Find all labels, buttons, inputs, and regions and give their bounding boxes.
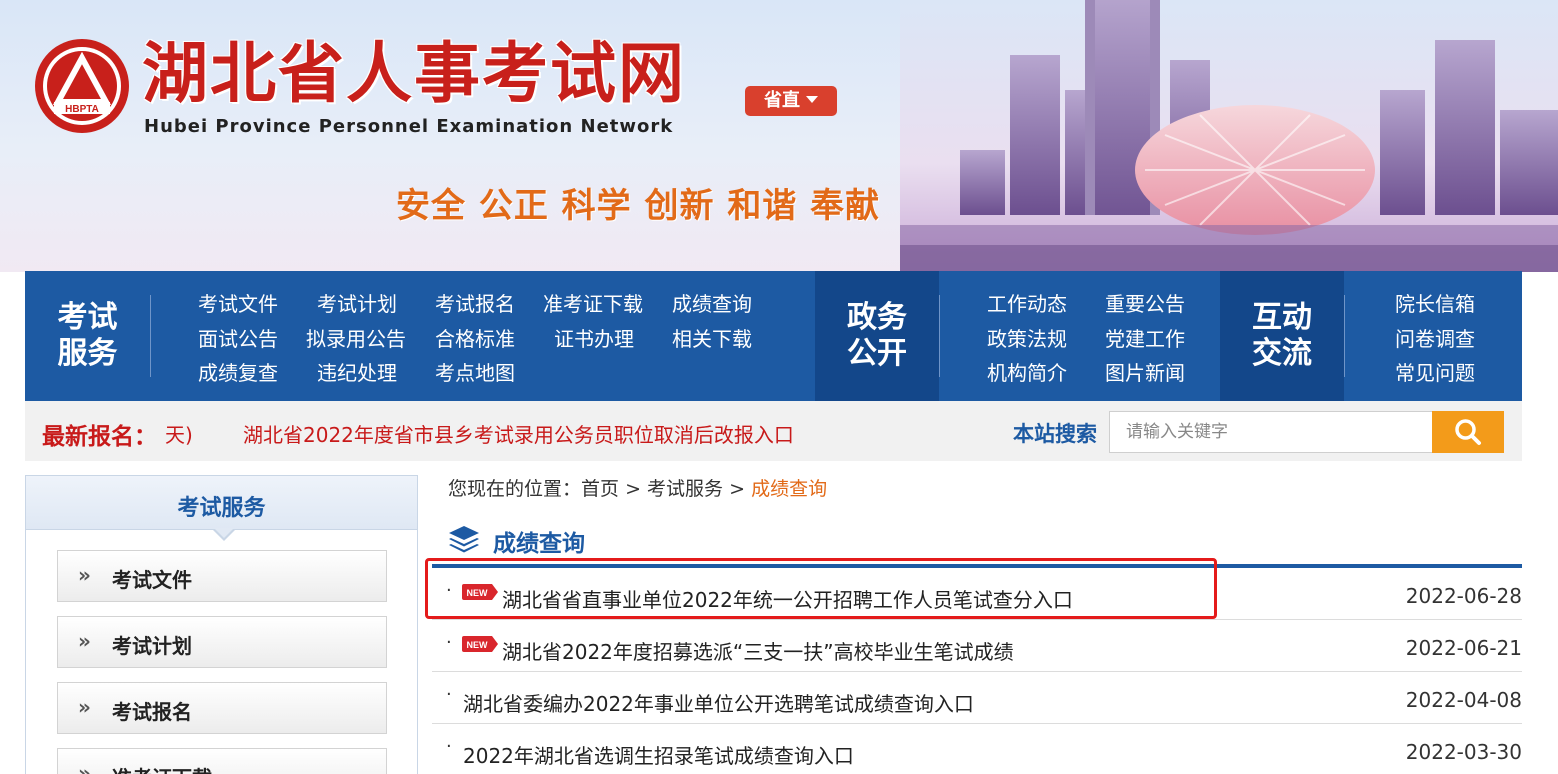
bullet-dot: ·: [446, 684, 452, 705]
sidebar-header-pointer-inner: [214, 528, 234, 538]
nav-link-certificate[interactable]: 证书办理: [554, 327, 634, 351]
sidebar-item-admit-card[interactable]: » 准考证下载: [57, 748, 387, 774]
breadcrumb-separator: >: [729, 478, 746, 500]
sidebar-item-label: 考试报名: [112, 700, 192, 724]
nav-link-key-notices[interactable]: 重要公告: [1105, 292, 1185, 316]
breadcrumb-home[interactable]: 首页: [581, 478, 619, 500]
nav-link-org-intro[interactable]: 机构简介: [987, 361, 1067, 385]
nav-link-venue-map[interactable]: 考点地图: [435, 361, 515, 385]
list-item-title: 湖北省2022年度招募选派“三支一扶”高校毕业生笔试成绩: [502, 640, 1014, 664]
ticker-fragment[interactable]: 天): [165, 419, 193, 448]
nav-link-admit-card[interactable]: 准考证下载: [543, 292, 643, 316]
new-badge-icon: NEW: [462, 584, 498, 600]
breadcrumb-separator: >: [625, 478, 641, 500]
nav-link-violations[interactable]: 违纪处理: [317, 361, 397, 385]
bullet-dot: ·: [446, 736, 452, 757]
hbpta-logo-icon: HBPTA: [35, 39, 129, 133]
nav-link-pass-standard[interactable]: 合格标准: [435, 327, 515, 351]
list-item[interactable]: · 湖北省委编办2022年事业单位公开选聘笔试成绩查询入口 2022-04-08: [432, 672, 1522, 724]
nav-divider: [939, 295, 940, 377]
slogan: 安全 公正 科学 创新 和谐 奉献: [396, 186, 881, 226]
list-item[interactable]: · 2022年湖北省选调生招录笔试成绩查询入口 2022-03-30: [432, 724, 1522, 774]
sidebar-item-exam-docs[interactable]: » 考试文件: [57, 550, 387, 602]
header-banner: HBPTA 湖北省人事考试网 Hubei Province Personnel …: [0, 0, 1558, 272]
nav-link-faq[interactable]: 常见问题: [1395, 361, 1475, 385]
list-item-title: 2022年湖北省选调生招录笔试成绩查询入口: [463, 744, 854, 768]
nav-link-party-work[interactable]: 党建工作: [1105, 327, 1185, 351]
double-chevron-right-icon: »: [78, 695, 91, 719]
nav-link-exam-signup[interactable]: 考试报名: [435, 292, 515, 316]
sidebar-item-exam-signup[interactable]: » 考试报名: [57, 682, 387, 734]
list-item-date: 2022-06-28: [1405, 584, 1522, 608]
svg-text:HBPTA: HBPTA: [65, 104, 99, 115]
nav-divider: [1344, 295, 1345, 377]
site-subtitle: Hubei Province Personnel Examination Net…: [144, 116, 674, 137]
list-item-title: 湖北省委编办2022年事业单位公开选聘笔试成绩查询入口: [463, 692, 974, 716]
region-selector[interactable]: 省直: [745, 86, 837, 116]
layers-icon: [449, 526, 479, 553]
nav-link-survey[interactable]: 问卷调查: [1395, 327, 1475, 351]
nav-link-exam-plan[interactable]: 考试计划: [317, 292, 397, 316]
breadcrumb-exam-service[interactable]: 考试服务: [647, 478, 723, 500]
list-item-title: 湖北省省直事业单位2022年统一公开招聘工作人员笔试查分入口: [502, 588, 1073, 612]
sidebar-item-exam-plan[interactable]: » 考试计划: [57, 616, 387, 668]
nav-link-director-mailbox[interactable]: 院长信箱: [1395, 292, 1475, 316]
breadcrumb-prefix: 您现在的位置：: [448, 478, 582, 500]
list-item[interactable]: · NEW 湖北省省直事业单位2022年统一公开招聘工作人员笔试查分入口 202…: [432, 568, 1522, 620]
nav-category-exam-service[interactable]: 考试 服务: [25, 271, 150, 401]
ticker-link[interactable]: 湖北省2022年度省市县乡考试录用公务员职位取消后改报入口: [243, 419, 794, 448]
sidebar-item-label: 准考证下载: [112, 762, 212, 774]
nav-link-hiring-notice[interactable]: 拟录用公告: [306, 327, 406, 351]
nav-divider: [150, 295, 151, 377]
breadcrumb-current: 成绩查询: [751, 478, 828, 500]
sidebar-item-label: 考试文件: [112, 568, 192, 592]
main-nav: 考试 服务 考试文件 考试计划 考试报名 准考证下载 成绩查询 面试公告 拟录用公…: [25, 271, 1522, 401]
nav-link-score-review[interactable]: 成绩复查: [198, 361, 278, 385]
svg-text:NEW: NEW: [467, 640, 489, 650]
nav-link-score-query[interactable]: 成绩查询: [672, 292, 752, 316]
list-item-date: 2022-06-21: [1405, 636, 1522, 660]
region-selector-label: 省直: [764, 90, 800, 111]
nav-link-work-news[interactable]: 工作动态: [987, 292, 1067, 316]
sidebar: 考试服务 » 考试文件 » 考试计划 » 考试报名 » 准考证下载: [25, 475, 418, 774]
search-icon: [1455, 419, 1481, 445]
double-chevron-right-icon: »: [78, 761, 91, 774]
section-title: 成绩查询: [493, 531, 585, 557]
nav-link-downloads[interactable]: 相关下载: [672, 327, 752, 351]
nav-link-photo-news[interactable]: 图片新闻: [1105, 361, 1185, 385]
nav-category-gov-affairs[interactable]: 政务 公开: [815, 271, 939, 401]
nav-link-interview-notice[interactable]: 面试公告: [198, 327, 278, 351]
nav-category-interaction[interactable]: 互动 交流: [1220, 271, 1344, 401]
list-item-date: 2022-04-08: [1405, 688, 1522, 712]
breadcrumb: 您现在的位置：首页 > 考试服务 > 成绩查询: [448, 474, 827, 501]
nav-link-exam-docs[interactable]: 考试文件: [198, 292, 278, 316]
nav-link-policies[interactable]: 政策法规: [987, 327, 1067, 351]
double-chevron-right-icon: »: [78, 563, 91, 587]
chevron-down-icon: [806, 96, 818, 103]
search-label: 本站搜索: [1013, 422, 1097, 446]
ticker-label: 最新报名：: [42, 424, 157, 450]
site-title: 湖北省人事考试网: [142, 35, 686, 112]
sidebar-header: 考试服务: [26, 476, 417, 530]
list-item[interactable]: · NEW 湖北省2022年度招募选派“三支一扶”高校毕业生笔试成绩 2022-…: [432, 620, 1522, 672]
ticker-search-bar: 最新报名： 天) 湖北省2022年度省市县乡考试录用公务员职位取消后改报入口 本…: [25, 401, 1522, 461]
bullet-dot: ·: [446, 632, 452, 653]
double-chevron-right-icon: »: [78, 629, 91, 653]
city-skyline-image: [900, 0, 1558, 272]
svg-text:NEW: NEW: [467, 588, 489, 598]
bullet-dot: ·: [446, 580, 452, 601]
search-button[interactable]: [1432, 411, 1504, 453]
new-badge-icon: NEW: [462, 636, 498, 652]
list-item-date: 2022-03-30: [1405, 740, 1522, 764]
sidebar-title: 考试服务: [177, 496, 266, 521]
sidebar-item-label: 考试计划: [112, 634, 192, 658]
search-input[interactable]: [1109, 411, 1433, 453]
